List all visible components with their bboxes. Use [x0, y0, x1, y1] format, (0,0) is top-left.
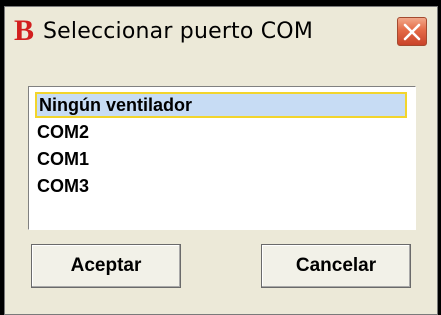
cancel-button[interactable]: Cancelar [261, 244, 411, 288]
app-logo-icon: B [14, 14, 35, 47]
title-bar[interactable]: B Seleccionar puerto COM [5, 7, 437, 57]
close-icon [403, 23, 421, 41]
close-button[interactable] [397, 17, 427, 46]
port-list[interactable]: Ningún ventilador COM2 COM1 COM3 [28, 86, 416, 230]
list-item-com2[interactable]: COM2 [35, 119, 407, 145]
accept-button[interactable]: Aceptar [31, 244, 181, 288]
list-item-no-fan[interactable]: Ningún ventilador [35, 92, 407, 118]
list-item-com3[interactable]: COM3 [35, 173, 407, 199]
dialog-window: B Seleccionar puerto COM Ningún ventilad… [4, 6, 438, 315]
list-item-com1[interactable]: COM1 [35, 146, 407, 172]
dialog-title: Seleccionar puerto COM [43, 19, 314, 44]
